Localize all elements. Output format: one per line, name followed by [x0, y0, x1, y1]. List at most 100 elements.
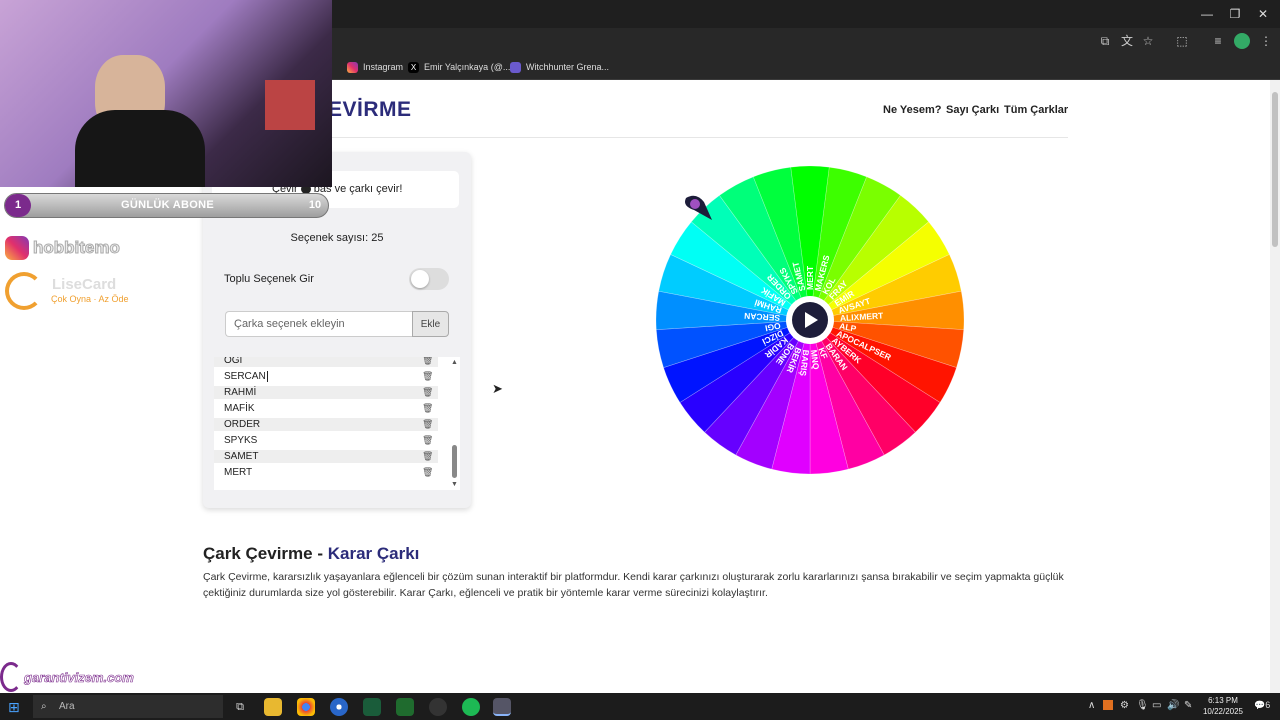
instagram-handle: hobbitemo — [5, 236, 120, 260]
spotify-icon[interactable] — [462, 698, 480, 716]
instagram-icon — [347, 61, 358, 73]
trash-icon[interactable]: 🗑 — [422, 435, 433, 445]
pen-icon[interactable]: ✎ — [1184, 700, 1192, 711]
list-item[interactable]: ORDER 🗑 — [214, 418, 438, 431]
list-item[interactable]: OGI 🗑 — [214, 357, 438, 367]
game-icon[interactable] — [396, 698, 414, 716]
bookmark-label: Instagram — [363, 62, 404, 72]
wheel-pointer-icon — [685, 195, 712, 220]
daily-sub-goal-bar: GÜNLÜK ABONE 1 10 — [4, 193, 329, 218]
install-app-icon[interactable]: ⧉ — [1097, 33, 1113, 49]
nav-ne-yesem[interactable]: Ne Yesem? — [883, 104, 942, 116]
volume-icon[interactable]: 🔊 — [1167, 700, 1179, 711]
list-item[interactable]: SAMET 🗑 — [214, 450, 438, 463]
lisecard-title: LiseCard — [52, 276, 117, 293]
list-item[interactable]: MAFİK 🗑 — [214, 402, 438, 415]
toggle-knob — [411, 270, 429, 288]
clock-time: 6:13 PM — [1208, 696, 1238, 705]
option-label: ORDER — [224, 419, 261, 430]
list-item[interactable]: SPYKS 🗑 — [214, 434, 438, 447]
add-option-button[interactable]: Ekle — [412, 311, 449, 337]
bulk-entry-toggle[interactable] — [409, 268, 449, 290]
option-label: MAFİK — [224, 403, 255, 414]
menu-icon[interactable]: ⋮ — [1258, 33, 1274, 49]
search-icon: ⌕ — [41, 701, 47, 712]
nav-sayi-carki[interactable]: Sayı Çarkı — [946, 104, 999, 116]
notepad-icon[interactable] — [493, 698, 511, 716]
task-view-icon[interactable]: ⧉ — [231, 698, 249, 716]
bookmark-x[interactable]: X Emir Yalçınkaya (@... — [408, 58, 510, 76]
page-scrollbar-thumb[interactable] — [1272, 92, 1278, 247]
media-icon[interactable]: ≡ — [1210, 33, 1226, 49]
app-icon[interactable] — [330, 698, 348, 716]
list-item[interactable]: SERCAN 🗑 — [214, 370, 438, 383]
option-label: SAMET — [224, 451, 259, 462]
bookmark-instagram[interactable]: Instagram — [347, 58, 403, 76]
shield-icon — [510, 61, 521, 73]
profile-avatar[interactable] — [1234, 33, 1250, 49]
obs-icon[interactable] — [429, 698, 447, 716]
bookmark-witchhunter[interactable]: Witchhunter Grena... — [510, 58, 609, 76]
tray-network-app-icon[interactable]: ⚙ — [1120, 700, 1129, 711]
microphone-icon[interactable]: 🎙 — [1136, 700, 1149, 711]
trash-icon[interactable]: 🗑 — [422, 371, 433, 381]
windows-start-icon[interactable]: ⊞ — [8, 699, 24, 715]
tray-chevron-icon[interactable]: ∧ — [1088, 700, 1095, 711]
battery-icon[interactable]: ▭ — [1152, 700, 1161, 711]
streamer-shirt — [75, 110, 205, 187]
tnt-block — [265, 80, 315, 130]
lisecard-tagline: Çok Oyna · Az Öde — [51, 294, 129, 304]
minimize-icon[interactable]: — — [1198, 6, 1216, 22]
close-icon[interactable]: ✕ — [1254, 6, 1272, 22]
list-scroll-up-icon[interactable]: ▲ — [451, 359, 458, 366]
taskbar-clock[interactable]: 6:13 PM 10/22/2025 — [1198, 695, 1248, 717]
site-logo[interactable]: EVİRME — [328, 98, 412, 122]
option-label: RAHMİ — [224, 387, 257, 398]
heading-main: Çark Çevirme - — [203, 544, 328, 563]
restore-icon[interactable]: ❐ — [1226, 6, 1244, 22]
option-label: MERT — [224, 467, 253, 478]
trash-icon[interactable]: 🗑 — [422, 419, 433, 429]
list-scrollbar-thumb[interactable] — [452, 445, 457, 478]
list-item[interactable]: MERT 🗑 — [214, 466, 438, 479]
sub-current: 1 — [5, 194, 31, 217]
lisecard-mark — [5, 272, 43, 310]
option-input[interactable] — [225, 311, 412, 337]
list-item[interactable]: RAHMİ 🗑 — [214, 386, 438, 399]
chrome-icon[interactable] — [297, 698, 315, 716]
option-label: SPYKS — [224, 435, 258, 446]
option-count: Seçenek sayısı: 25 — [290, 232, 384, 244]
trash-icon[interactable]: 🗑 — [422, 451, 433, 461]
mouse-cursor-icon: ➤ — [492, 381, 503, 396]
instagram-name: hobbitemo — [33, 238, 121, 258]
heading-accent: Karar Çarkı — [327, 544, 420, 563]
options-list[interactable]: OGI 🗑 SERCAN 🗑 RAHMİ 🗑 MAFİK 🗑 ORDER 🗑 SPYKS 🗑… — [214, 357, 460, 490]
clock-date: 10/22/2025 — [1202, 707, 1244, 716]
nav-tum-carklar[interactable]: Tüm Çarklar — [1004, 104, 1068, 116]
file-explorer-icon[interactable] — [264, 698, 282, 716]
sponsor-logo: garantivizem.com — [0, 660, 134, 694]
option-label: SERCAN — [224, 371, 266, 382]
trash-icon[interactable]: 🗑 — [422, 467, 433, 477]
sub-goal-label: GÜNLÜK ABONE — [120, 199, 215, 211]
bookmark-star-icon[interactable]: ☆ — [1140, 33, 1156, 49]
tray-app-icon[interactable] — [1103, 700, 1113, 710]
sub-target: 10 — [308, 199, 322, 211]
page-title: Çark Çevirme - Karar Çarkı — [203, 544, 419, 564]
notification-icon[interactable]: 💬6 — [1254, 700, 1270, 711]
text-caret — [266, 371, 268, 382]
sponsor-mark — [0, 662, 22, 692]
excel-icon[interactable] — [363, 698, 381, 716]
lisecard-logo: LiseCard Çok Oyna · Az Öde — [5, 272, 135, 312]
webcam-overlay — [0, 0, 332, 187]
header-divider — [203, 137, 1068, 138]
taskbar-search[interactable]: ⌕ Ara — [33, 695, 223, 718]
trash-icon[interactable]: 🗑 — [422, 387, 433, 397]
trash-icon[interactable]: 🗑 — [422, 403, 433, 413]
translate-icon[interactable]: 文 — [1119, 33, 1135, 49]
extensions-icon[interactable]: ⬚ — [1174, 33, 1190, 49]
notification-count: 6 — [1265, 700, 1271, 710]
list-scroll-down-icon[interactable]: ▼ — [451, 481, 458, 488]
bookmark-label: Emir Yalçınkaya (@... — [424, 62, 511, 72]
trash-icon[interactable]: 🗑 — [422, 357, 433, 365]
